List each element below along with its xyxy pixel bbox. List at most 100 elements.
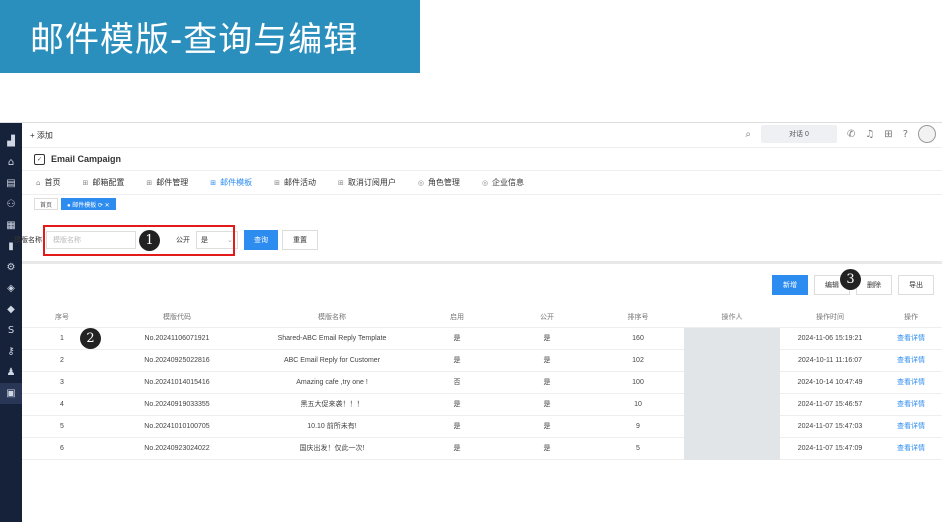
nav-unsubscribed[interactable]: ⊞ 取消订阅用户 [338, 177, 396, 188]
sidebar: ▟ ⌂ ▤ ⚇ ▦ ▮ ⚙ ◈ ◆ S ⚷ ♟ ▣ [0, 123, 22, 522]
callout-badge-2: 2 [80, 328, 101, 349]
apps-icon[interactable]: ⊞ [884, 129, 892, 140]
cell-name: ABC Email Reply for Customer [252, 349, 412, 372]
cell-op[interactable]: 查看详情 [880, 327, 942, 350]
cell-time: 2024-10-14 10:47:49 [780, 371, 880, 394]
callout-badge-3: 3 [840, 269, 861, 290]
cell-op[interactable]: 查看详情 [880, 415, 942, 438]
cell-op[interactable]: 查看详情 [880, 393, 942, 416]
nav-home[interactable]: ⌂ 首页 [36, 177, 60, 188]
cell-no: 5 [22, 415, 102, 438]
cell-no: 2 [22, 349, 102, 372]
cell-time: 2024-10-11 11:16:07 [780, 349, 880, 372]
col-time: 操作时间 [780, 307, 880, 328]
cell-public: 是 [502, 327, 592, 350]
nav-mail-template[interactable]: ⊞ 邮件模板 [210, 177, 252, 188]
cell-operator [684, 393, 780, 416]
template-table: 序号 模版代码 模版名称 启用 公开 排序号 操作人 操作时间 操作 1 No.2… [22, 307, 942, 460]
cell-no: 3 [22, 371, 102, 394]
calendar-icon: ✓ [34, 153, 45, 165]
email-template-icon[interactable]: ▣ [0, 383, 22, 404]
help-icon[interactable]: ? [903, 129, 908, 140]
table-row[interactable]: 2 No.20240925022816 ABC Email Reply for Cu… [22, 349, 942, 372]
nav-roles[interactable]: ◎ 角色管理 [418, 177, 460, 188]
add-template-button[interactable]: 新增 [772, 275, 808, 295]
logo-icon: ▟ [7, 136, 15, 147]
bell-icon[interactable]: ♫ [865, 129, 874, 140]
cube-icon[interactable]: ◆ [0, 299, 22, 320]
person-icon[interactable]: ♟ [0, 362, 22, 383]
nav-label: 邮件模板 [220, 178, 253, 187]
cell-name: 国庆出发！仅此一次! [252, 437, 412, 460]
top-bar: + 添加 ⌕ 对话 0 ✆ ♫ ⊞ ? [22, 123, 942, 147]
cell-operator [684, 415, 780, 438]
shield-icon: ◎ [417, 178, 424, 187]
tab-mail-template[interactable]: ● 邮件模板 ⟳ ✕ [61, 198, 116, 210]
dialog-label: 对话 [789, 131, 803, 138]
cell-order: 102 [592, 349, 684, 372]
users-icon[interactable]: ⚇ [0, 194, 22, 215]
table-header-row: 序号 模版代码 模版名称 启用 公开 排序号 操作人 操作时间 操作 [22, 307, 942, 328]
cell-enabled: 否 [412, 371, 502, 394]
table-row[interactable]: 4 No.20240919033355 黑五大促来袭！！！是是 10 2024-11-0… [22, 393, 942, 416]
tab-strip: 首页 ● 邮件模板 ⟳ ✕ [22, 195, 942, 213]
table-row[interactable]: 5 No.20241010100705 10.10 前所未有! 是是 9 2024-11-… [22, 415, 942, 438]
mail-icon[interactable]: ▤ [0, 173, 22, 194]
slide: 邮件模版-查询与编辑 ▟ ⌂ ▤ ⚇ ▦ ▮ ⚙ ◈ ◆ S ⚷ ♟ ▣ + 添… [0, 0, 942, 522]
cell-code: No.20240919033355 [102, 393, 252, 416]
nav-label: 邮件活动 [283, 178, 316, 187]
nav-mail-manage[interactable]: ⊞ 邮件管理 [146, 177, 188, 188]
search-icon[interactable]: ⌕ [745, 129, 751, 140]
dialog-button[interactable]: 对话 0 [760, 125, 837, 143]
key-icon[interactable]: ⚷ [0, 341, 22, 362]
gear-icon[interactable]: ⚙ [0, 257, 22, 278]
col-code: 模版代码 [102, 307, 252, 328]
cell-public: 是 [502, 349, 592, 372]
cell-name: Amazing cafe ,try one ! [252, 371, 412, 394]
cell-code: No.20241010100705 [102, 415, 252, 438]
table-row[interactable]: 6 No.20240923024022 国庆出发！仅此一次! 是是 5 2024-11-0… [22, 437, 942, 460]
cell-code: No.20241014015416 [102, 371, 252, 394]
callout-badge-1: 1 [139, 230, 160, 251]
nav-company[interactable]: ◎ 企业信息 [482, 177, 524, 188]
nav-mail-activity[interactable]: ⊞ 邮件活动 [274, 177, 316, 188]
table-row[interactable]: 1 No.20241106071921 Shared-ABC Email Reply… [22, 327, 942, 350]
cell-enabled: 是 [412, 393, 502, 416]
topbar-tools: ⌕ 对话 0 ✆ ♫ ⊞ ? [745, 125, 936, 143]
tab-home[interactable]: 首页 [34, 198, 59, 210]
cell-code: No.20240923024022 [102, 437, 252, 460]
table-body: 1 No.20241106071921 Shared-ABC Email Reply… [22, 327, 942, 460]
col-public: 公开 [502, 307, 592, 328]
table-row[interactable]: 3 No.20241014015416 Amazing cafe ,try one … [22, 371, 942, 394]
nav-bar: ⌂ 首页 ⊞ 邮箱配置 ⊞ 邮件管理 ⊞ 邮件模板 ⊞ 邮件活动 ⊞ 取消订阅用户 ◎ 角色管… [22, 171, 942, 195]
cell-operator [684, 437, 780, 460]
avatar[interactable] [918, 125, 936, 143]
phone-icon[interactable]: ✆ [847, 129, 855, 140]
nav-label: 取消订阅用户 [347, 178, 396, 187]
delete-button[interactable]: 删除 [856, 275, 892, 295]
cell-operator [684, 327, 780, 350]
cell-code: No.20241106071921 [102, 327, 252, 350]
cell-order: 160 [592, 327, 684, 350]
cell-name: 黑五大促来袭！！！ [252, 393, 412, 416]
cell-public: 是 [502, 415, 592, 438]
nav-label: 企业信息 [492, 178, 525, 187]
cell-enabled: 是 [412, 327, 502, 350]
home-icon[interactable]: ⌂ [0, 152, 22, 173]
export-button[interactable]: 导出 [898, 275, 934, 295]
add-button[interactable]: + 添加 [30, 130, 53, 141]
nav-mailbox-config[interactable]: ⊞ 邮箱配置 [82, 177, 124, 188]
cell-time: 2024-11-06 15:19:21 [780, 327, 880, 350]
app-window: ▟ ⌂ ▤ ⚇ ▦ ▮ ⚙ ◈ ◆ S ⚷ ♟ ▣ + 添加 ⌕ 对话 0 ✆ [0, 122, 942, 522]
grid-icon: ⊞ [337, 178, 344, 187]
nav-label: 邮件管理 [156, 178, 189, 187]
nav-label: 邮箱配置 [92, 178, 125, 187]
box-icon[interactable]: ◈ [0, 278, 22, 299]
cell-order: 5 [592, 437, 684, 460]
cell-op[interactable]: 查看详情 [880, 371, 942, 394]
cell-op[interactable]: 查看详情 [880, 349, 942, 372]
reset-button[interactable]: 重置 [282, 230, 318, 250]
search-button[interactable]: 查询 [244, 230, 278, 250]
script-icon[interactable]: S [0, 320, 22, 341]
cell-op[interactable]: 查看详情 [880, 437, 942, 460]
